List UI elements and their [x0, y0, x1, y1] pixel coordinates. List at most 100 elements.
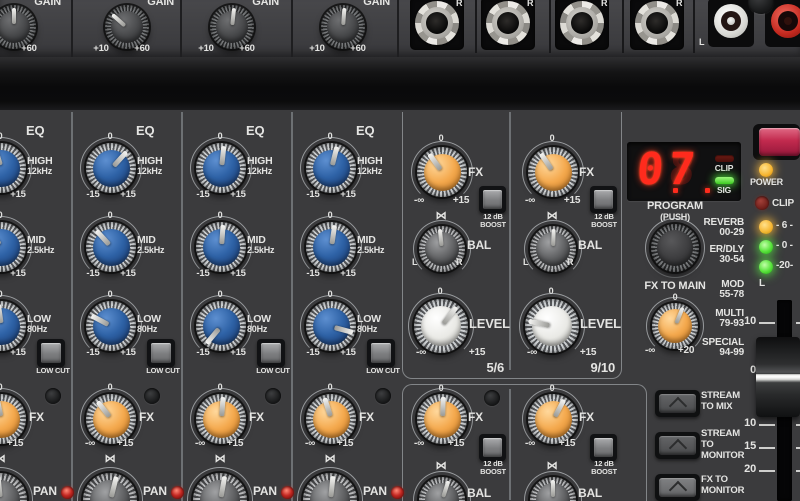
eq-max: +15 — [335, 269, 361, 279]
eq-max: +15 — [335, 190, 361, 200]
boost-button[interactable] — [590, 186, 617, 213]
fx-max: +15 — [222, 439, 248, 450]
pan-label: PAN — [33, 485, 57, 498]
jack-nut — [486, 1, 530, 45]
pan-knob[interactable] — [83, 473, 137, 501]
fx-label: FX — [468, 166, 483, 179]
panel-separator — [475, 0, 477, 53]
channel-strip: EQ 0 HIGH 12kHz -15 +15 0 MID 2.5kHz -15… — [0, 110, 55, 501]
eq-max: +15 — [5, 269, 31, 279]
band-freq: 2.5kHz — [247, 246, 274, 255]
pan-knob[interactable] — [193, 473, 247, 501]
routing-label: TO MIX — [701, 402, 732, 412]
pan-knob[interactable] — [303, 473, 357, 501]
fx-max: +15 — [332, 439, 358, 450]
ts-jack-input: R — [410, 0, 464, 50]
rca-jack-left — [708, 0, 754, 47]
jack-hole — [571, 12, 593, 34]
fx-send-knob[interactable] — [528, 394, 578, 444]
red-power-switch[interactable] — [753, 124, 800, 160]
pan-label: PAN — [363, 485, 387, 498]
mid-eq-knob[interactable] — [86, 222, 136, 272]
fx-label: FX — [579, 166, 594, 179]
knob-pointer — [12, 8, 16, 25]
fx-send-knob[interactable] — [417, 394, 467, 444]
eq-max: +15 — [5, 190, 31, 200]
low-eq-knob[interactable] — [306, 301, 356, 351]
input-jack-panel: GAIN +10 +60 GAIN +10 +60 GAIN +10 +60 G… — [0, 0, 800, 58]
bal-label: BAL — [578, 487, 602, 500]
fx-send-knob[interactable] — [0, 394, 26, 444]
fx-min: -∞ — [406, 196, 432, 207]
band-freq: 80Hz — [27, 325, 47, 334]
high-eq-knob[interactable] — [196, 143, 246, 193]
main-fader[interactable] — [756, 337, 800, 417]
clip-led — [755, 196, 769, 210]
stream-to-mix-button[interactable] — [655, 390, 700, 417]
mid-eq-knob[interactable] — [306, 222, 356, 272]
level-knob[interactable] — [525, 299, 579, 353]
band-freq: 12kHz — [27, 167, 52, 176]
pan-label: PAN — [143, 485, 167, 498]
mid-eq-knob[interactable] — [0, 222, 26, 272]
fx-send-knob[interactable] — [86, 394, 136, 444]
fader-tick — [759, 470, 775, 472]
fx-to-main-knob[interactable] — [652, 303, 698, 349]
eq-header: EQ — [356, 124, 374, 138]
jack-r-label: R — [527, 0, 533, 8]
meter-led-minus6 — [759, 220, 773, 234]
clip-label: CLIP — [772, 199, 794, 210]
band-freq: 80Hz — [357, 325, 377, 334]
panel-separator — [71, 0, 73, 57]
level-max: +15 — [575, 348, 601, 359]
fx-send-knob[interactable] — [528, 147, 578, 197]
fader-tick — [759, 447, 775, 449]
panel-separator — [693, 0, 695, 53]
fader-tick — [796, 322, 800, 324]
routing-label: STREAM — [701, 429, 740, 439]
mid-eq-knob[interactable] — [196, 222, 246, 272]
fx-max: +15 — [448, 196, 474, 207]
fx-send-knob[interactable] — [417, 147, 467, 197]
high-eq-knob[interactable] — [0, 143, 26, 193]
fx-send-knob[interactable] — [306, 394, 356, 444]
fx-max: +15 — [112, 439, 138, 450]
band-freq: 12kHz — [247, 167, 272, 176]
power-led — [759, 163, 773, 177]
gain-max: +60 — [345, 44, 371, 54]
eq-header: EQ — [246, 124, 264, 138]
eq-min: -15 — [301, 190, 325, 200]
high-eq-knob[interactable] — [86, 143, 136, 193]
fx-to-monitor-button[interactable] — [655, 474, 700, 501]
bal-r: R — [567, 258, 573, 267]
ts-jack-input: R — [630, 0, 684, 50]
fx-send-knob[interactable] — [196, 394, 246, 444]
fader-scale-mark: 10 — [738, 316, 756, 328]
high-eq-knob[interactable] — [306, 143, 356, 193]
panel-separator — [180, 0, 182, 57]
bal-r: R — [456, 258, 462, 267]
bowtie-icon: ⋈ — [212, 454, 228, 466]
stream-to-monitor-button[interactable] — [655, 432, 700, 459]
bal-knob[interactable] — [530, 477, 576, 501]
low-eq-knob[interactable] — [86, 301, 136, 351]
gain-min: +10 — [304, 44, 330, 54]
low-eq-knob[interactable] — [0, 301, 26, 351]
channel-number: 5/6 — [426, 361, 504, 375]
screw — [144, 388, 160, 404]
band-freq: 2.5kHz — [137, 246, 164, 255]
channel-strip: EQ 0 HIGH 12kHz -15 +15 0 MID 2.5kHz -15… — [165, 110, 275, 501]
boost-label: BOOST — [583, 221, 625, 229]
level-min: -∞ — [408, 348, 434, 359]
gain-min: +10 — [193, 44, 219, 54]
level-knob[interactable] — [414, 299, 468, 353]
meter-label: - 0 - — [776, 241, 793, 252]
low-eq-knob[interactable] — [196, 301, 246, 351]
eq-header: EQ — [26, 124, 44, 138]
fx-label: FX — [579, 411, 594, 424]
pan-knob[interactable] — [0, 473, 27, 501]
sig-label: SIG — [709, 186, 739, 195]
bal-knob[interactable] — [419, 477, 465, 501]
program-range: 30-54 — [654, 255, 744, 266]
boost-button[interactable] — [590, 434, 617, 461]
